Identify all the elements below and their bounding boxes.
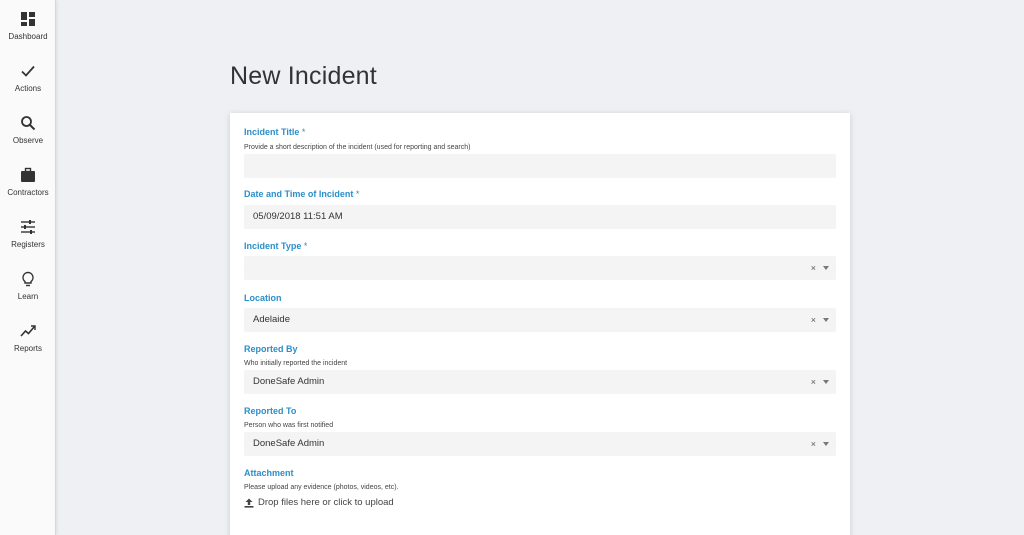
reported-to-label: Reported To (244, 406, 297, 416)
select-controls: × (811, 308, 829, 332)
select-controls: × (811, 370, 829, 394)
location-select[interactable]: Adelaide × (244, 308, 836, 332)
incident-title-help: Provide a short description of the incid… (244, 144, 471, 151)
clear-icon[interactable]: × (811, 263, 816, 273)
sidebar-item-reports[interactable]: Reports (0, 323, 56, 369)
incident-type-label: Incident Type * (244, 241, 308, 251)
incident-title-label: Incident Title * (244, 127, 306, 137)
clear-icon[interactable]: × (811, 439, 816, 449)
select-controls: × (811, 256, 829, 280)
reported-by-select[interactable]: DoneSafe Admin × (244, 370, 836, 394)
upload-dropzone[interactable]: Drop files here or click to upload (244, 497, 394, 508)
required-marker: * (355, 189, 360, 199)
sidebar-item-label: Registers (11, 240, 45, 249)
incident-type-select[interactable]: × (244, 256, 836, 280)
chevron-down-icon[interactable] (823, 442, 829, 446)
upload-icon (244, 498, 254, 508)
sidebar-item-label: Learn (17, 292, 39, 301)
sidebar-item-learn[interactable]: Learn (0, 271, 56, 317)
date-time-label: Date and Time of Incident * (244, 189, 360, 199)
required-marker: * (303, 241, 308, 251)
reported-to-help: Person who was first notified (244, 422, 334, 429)
sidebar-item-label: Actions (14, 84, 42, 93)
chevron-down-icon[interactable] (823, 318, 829, 322)
reported-by-value: DoneSafe Admin (253, 376, 325, 387)
reported-by-help: Who initially reported the incident (244, 360, 348, 367)
clear-icon[interactable]: × (811, 377, 816, 387)
incident-title-input[interactable] (244, 154, 836, 178)
sidebar-item-label: Contractors (7, 188, 49, 197)
dashboard-icon (21, 12, 35, 26)
lightbulb-icon (22, 271, 34, 287)
reported-to-value: DoneSafe Admin (253, 438, 325, 449)
sidebar-item-label: Observe (12, 136, 44, 145)
sidebar-item-actions[interactable]: Actions (0, 63, 56, 109)
check-icon (21, 65, 35, 77)
date-time-input[interactable]: 05/09/2018 11:51 AM (244, 205, 836, 229)
trend-icon (20, 325, 36, 337)
page-title: New Incident (230, 62, 377, 90)
sidebar-item-registers[interactable]: Registers (0, 219, 56, 265)
chevron-down-icon[interactable] (823, 266, 829, 270)
required-marker: * (301, 127, 306, 137)
upload-text: Drop files here or click to upload (258, 497, 394, 508)
attachment-help: Please upload any evidence (photos, vide… (244, 484, 399, 491)
sidebar: Dashboard Actions Observe Contractors Re… (0, 0, 56, 535)
sidebar-item-label: Reports (13, 344, 42, 353)
attachment-label: Attachment (244, 468, 294, 478)
sliders-icon (21, 220, 35, 234)
sidebar-item-observe[interactable]: Observe (0, 115, 56, 161)
clear-icon[interactable]: × (811, 315, 816, 325)
incident-form: Incident Title * Provide a short descrip… (230, 113, 850, 535)
reported-by-label: Reported By (244, 344, 298, 354)
sidebar-item-label: Dashboard (8, 32, 48, 41)
reported-to-select[interactable]: DoneSafe Admin × (244, 432, 836, 456)
sidebar-item-dashboard[interactable]: Dashboard (0, 11, 56, 57)
search-icon (21, 116, 36, 131)
location-value: Adelaide (253, 314, 290, 325)
location-label: Location (244, 293, 282, 303)
sidebar-item-contractors[interactable]: Contractors (0, 167, 56, 213)
briefcase-icon (21, 167, 35, 182)
chevron-down-icon[interactable] (823, 380, 829, 384)
select-controls: × (811, 432, 829, 456)
